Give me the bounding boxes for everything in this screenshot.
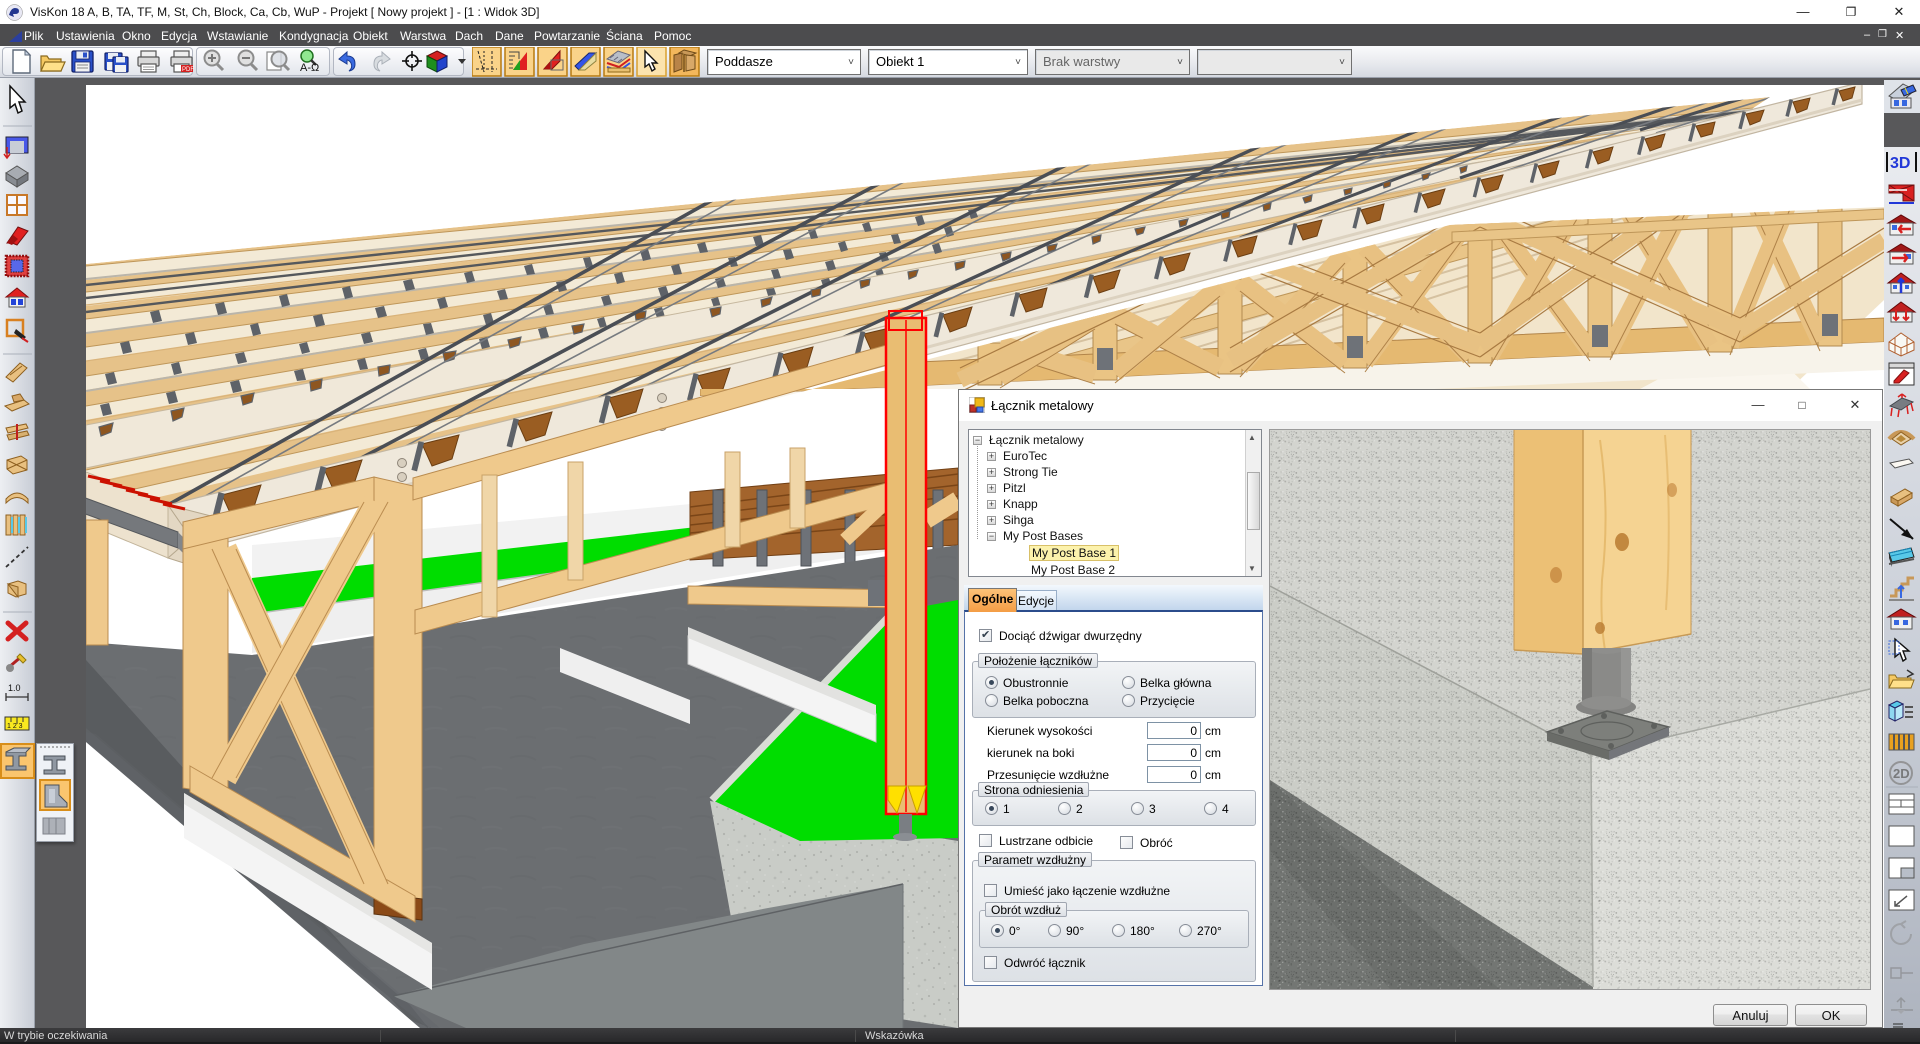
- svg-text:3D: 3D: [1890, 155, 1910, 172]
- svg-text:1.0: 1.0: [8, 683, 21, 693]
- svg-text:2D: 2D: [1893, 766, 1910, 781]
- svg-text:A-Ω: A-Ω: [300, 62, 319, 74]
- svg-text:1 2 3: 1 2 3: [7, 723, 23, 730]
- svg-text:PDF: PDF: [182, 67, 194, 73]
